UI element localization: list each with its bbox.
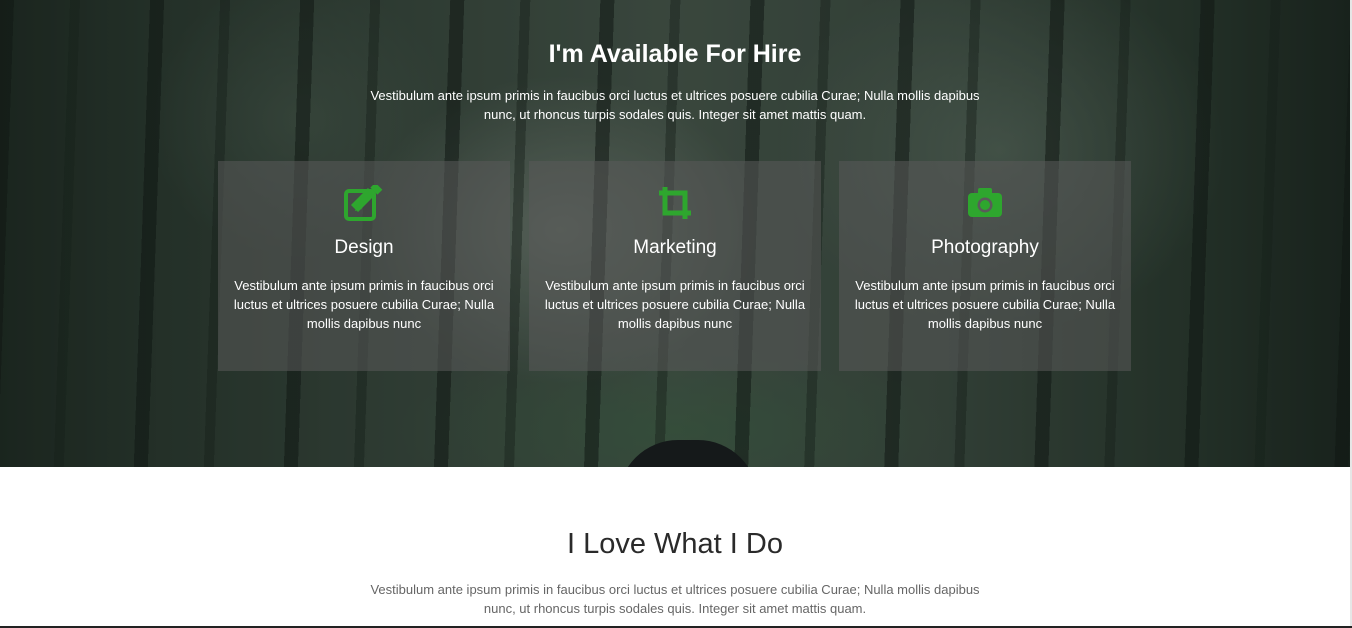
hire-section: I'm Available For Hire Vestibulum ante i… (0, 0, 1350, 467)
love-description: Vestibulum ante ipsum primis in faucibus… (370, 582, 980, 616)
service-card-design: Design Vestibulum ante ipsum primis in f… (218, 161, 510, 371)
crop-icon (529, 185, 821, 221)
service-description: Vestibulum ante ipsum primis in faucibus… (544, 278, 806, 331)
camera-icon (839, 185, 1131, 221)
love-title: I Love What I Do (567, 528, 783, 560)
service-card-marketing: Marketing Vestibulum ante ipsum primis i… (529, 161, 821, 371)
hire-title: I'm Available For Hire (548, 40, 802, 68)
service-title: Marketing (633, 237, 717, 258)
hire-description: Vestibulum ante ipsum primis in faucibus… (370, 88, 980, 122)
service-title: Design (334, 237, 394, 258)
service-description: Vestibulum ante ipsum primis in faucibus… (854, 278, 1116, 331)
service-card-photography: Photography Vestibulum ante ipsum primis… (839, 161, 1131, 371)
edit-icon (218, 185, 510, 221)
background-backpack (618, 440, 758, 467)
service-title: Photography (931, 237, 1039, 258)
service-description: Vestibulum ante ipsum primis in faucibus… (233, 278, 495, 331)
